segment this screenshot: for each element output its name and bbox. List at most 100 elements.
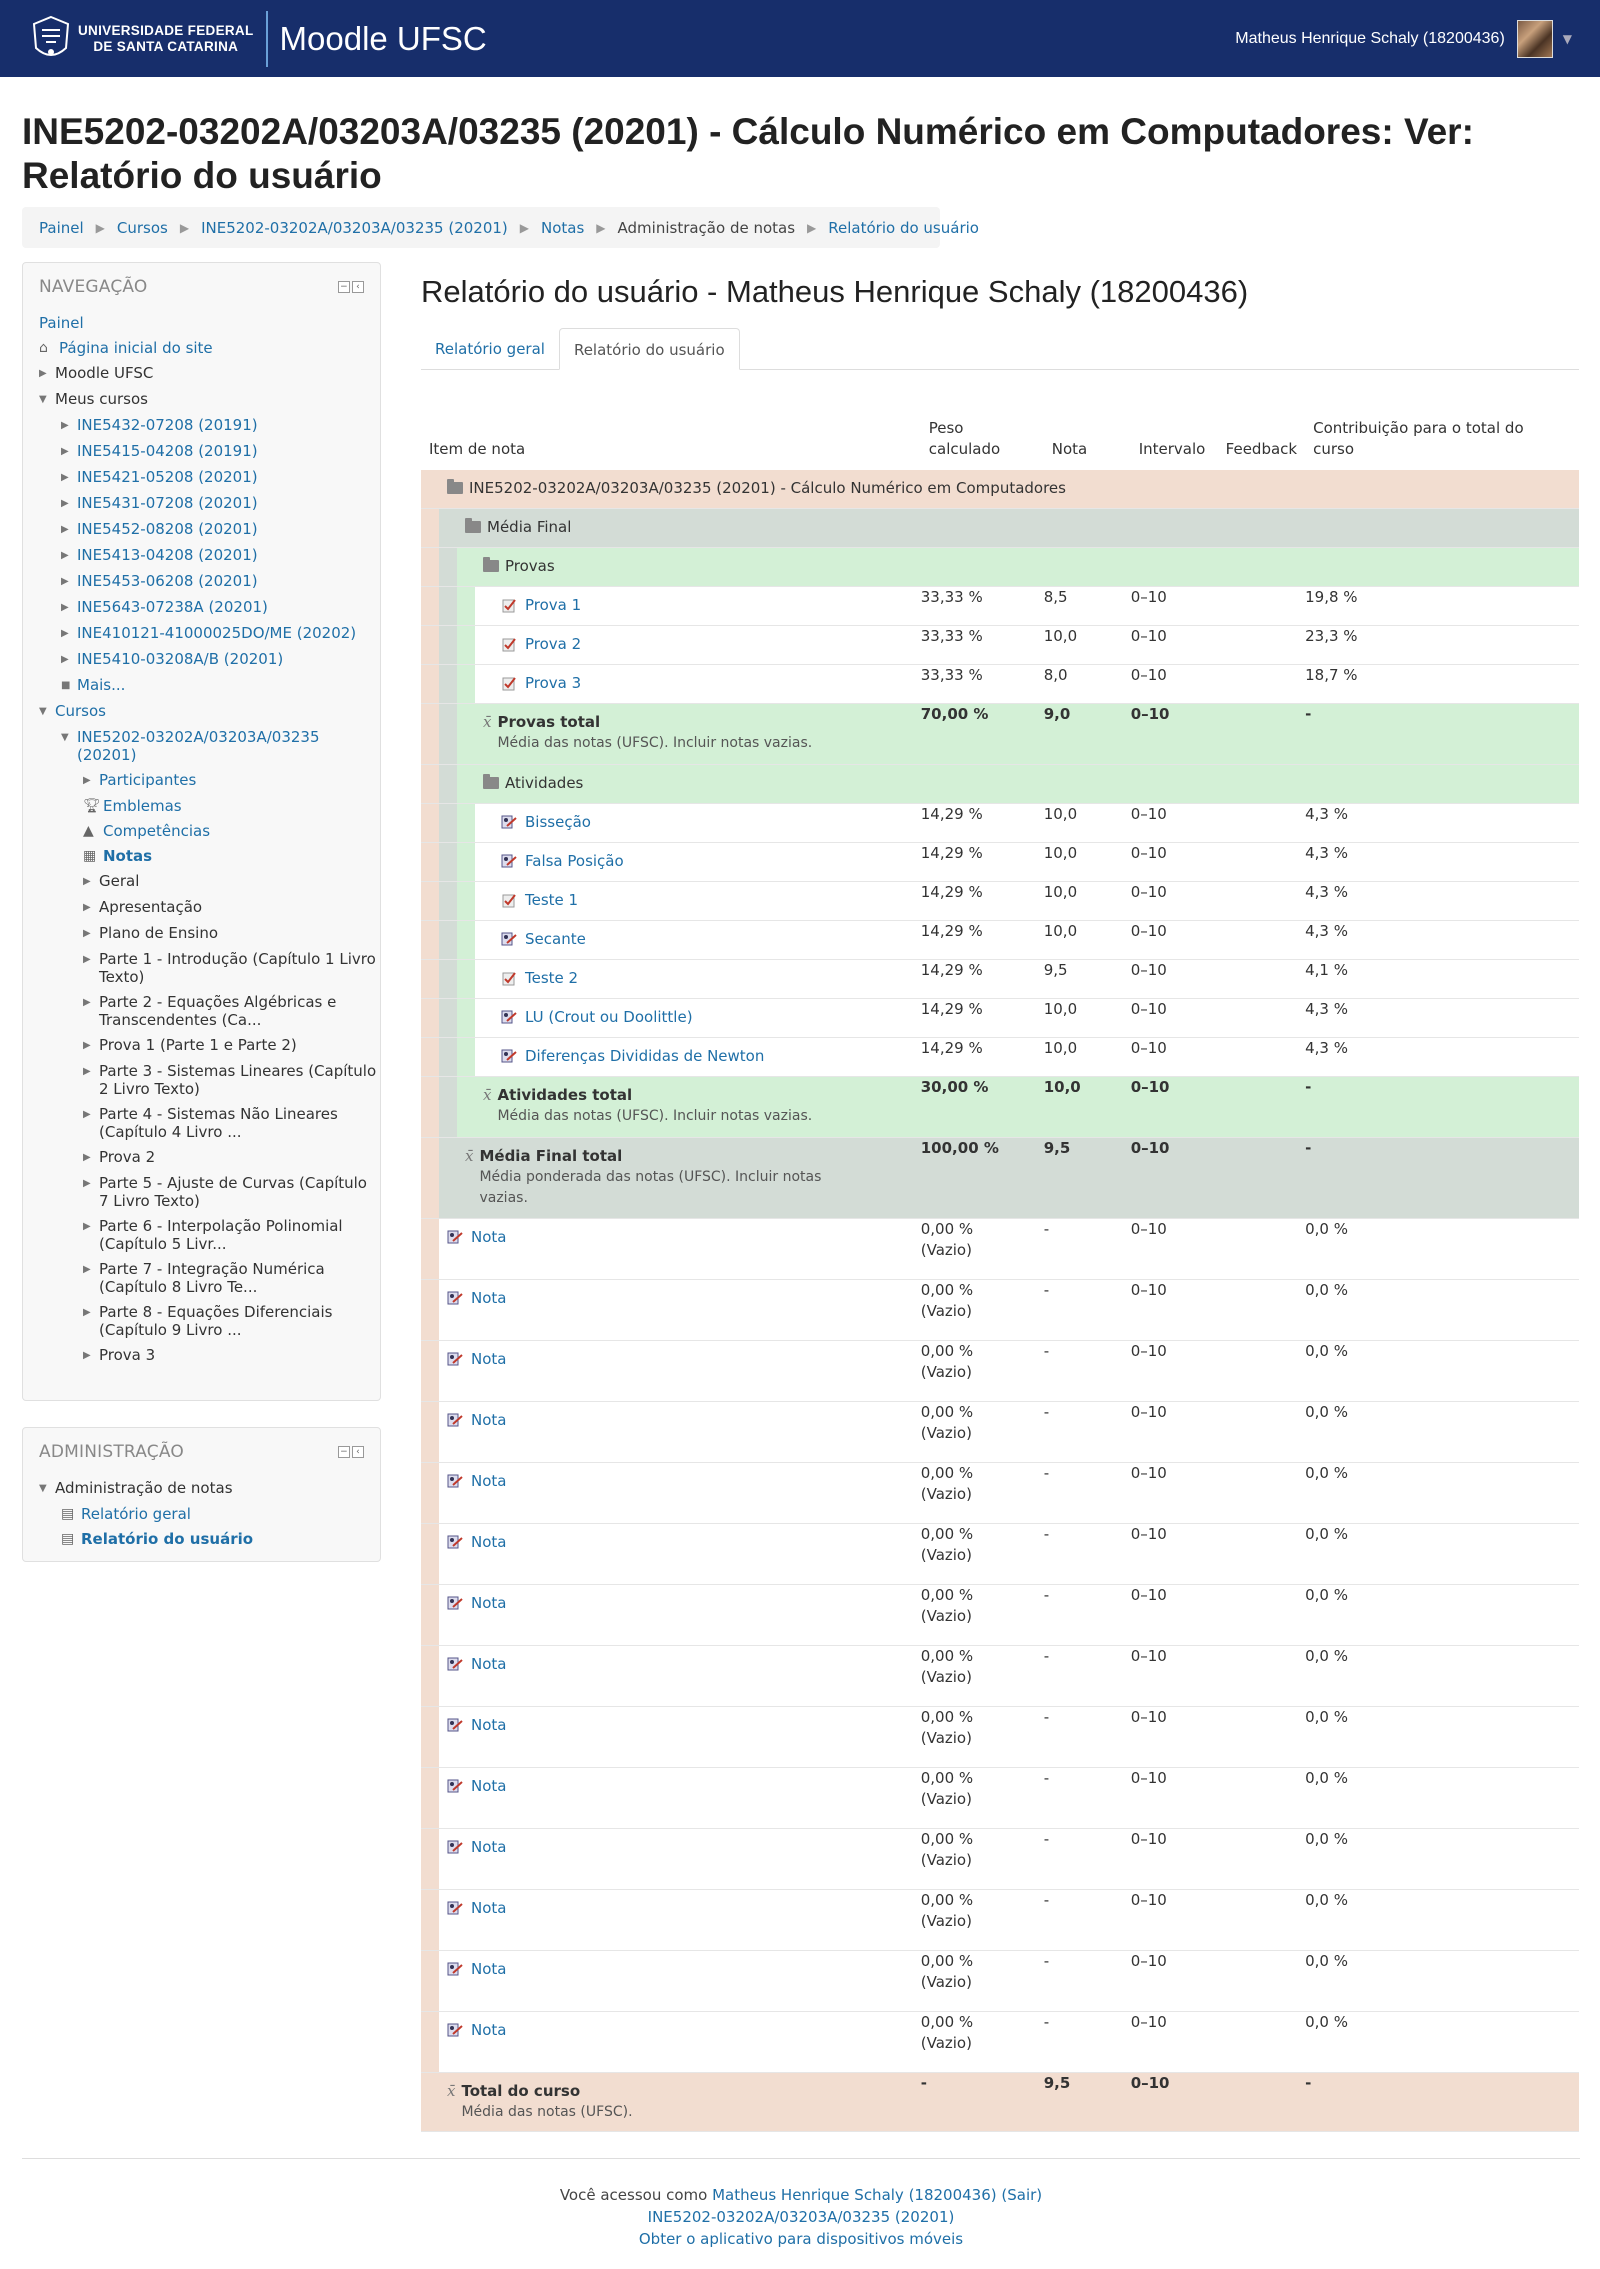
expand-arrow-icon[interactable]: ▶	[61, 572, 77, 591]
nav-course-label[interactable]: INE5432-07208 (20191)	[77, 416, 258, 434]
admin-item-grade-admin[interactable]: ▼ Administração de notas	[39, 1476, 380, 1502]
grade-item-link[interactable]: Secante	[525, 929, 586, 950]
grade-item-link[interactable]: Nota	[471, 1959, 506, 1980]
grade-item-link[interactable]: Nota	[471, 2020, 506, 2041]
user-menu[interactable]: Matheus Henrique Schaly (18200436) ▼	[1235, 19, 1572, 58]
grade-item-link[interactable]: Teste 1	[525, 890, 578, 911]
nav-item-current-course[interactable]: ▼ INE5202-03202A/03203A/03235 (20201)	[39, 725, 380, 768]
nav-section-label[interactable]: Apresentação	[99, 898, 202, 916]
expand-arrow-icon[interactable]: ▶	[83, 1036, 99, 1055]
ufsc-logo[interactable]: UNIVERSIDADE FEDERAL DE SANTA CATARINA	[28, 14, 254, 64]
nav-course-label[interactable]: INE5421-05208 (20201)	[77, 468, 258, 486]
nav-item-label[interactable]: Moodle UFSC	[55, 364, 153, 382]
grade-item-link[interactable]: Prova 2	[525, 634, 581, 655]
nav-item-painel[interactable]: Painel	[39, 311, 380, 336]
nav-course-item[interactable]: ▶ INE5413-04208 (20201)	[39, 543, 380, 569]
nav-section-item[interactable]: ▶ Geral	[39, 869, 380, 895]
nav-course-label[interactable]: INE5452-08208 (20201)	[77, 520, 258, 538]
expand-arrow-icon[interactable]: ▶	[83, 1303, 99, 1322]
section-line1[interactable]: Parte 6 - Interpolação Polinomial	[99, 1217, 343, 1235]
nav-item-notas[interactable]: ▦ Notas	[39, 844, 380, 869]
expand-arrow-icon[interactable]: ▶	[83, 1062, 99, 1081]
nav-section-label[interactable]: Plano de Ensino	[99, 924, 218, 942]
nav-section-label[interactable]: Geral	[99, 872, 139, 890]
section-line1[interactable]: Parte 2 - Equações Algébricas e	[99, 993, 336, 1011]
breadcrumb-course[interactable]: INE5202-03202A/03203A/03235 (20201)	[201, 219, 508, 237]
nav-section-item[interactable]: ▶ Apresentação	[39, 895, 380, 921]
grade-item-link[interactable]: Nota	[471, 1410, 506, 1431]
collapse-block-icon[interactable]: −	[338, 1446, 350, 1458]
nav-course-item[interactable]: ▶ INE5431-07208 (20201)	[39, 491, 380, 517]
expand-arrow-icon[interactable]: ▶	[83, 950, 99, 969]
admin-item-label[interactable]: Administração de notas	[55, 1479, 233, 1497]
breadcrumb-notas[interactable]: Notas	[541, 219, 584, 237]
nav-section-item[interactable]: ▶ Parte 7 - Integração Numérica (Capítulo …	[39, 1257, 380, 1300]
section-line2[interactable]: (Capítulo 5 Livr...	[99, 1235, 227, 1253]
expand-arrow-icon[interactable]: ▶	[61, 598, 77, 617]
expand-arrow-icon[interactable]: ▶	[83, 1346, 99, 1365]
tab-relatorio-usuario[interactable]: Relatório do usuário	[558, 328, 740, 370]
nav-section-label[interactable]: Parte 6 - Interpolação Polinomial (Capítu…	[99, 1217, 343, 1253]
nav-section-item[interactable]: ▶ Prova 3	[39, 1343, 380, 1369]
expand-arrow-icon[interactable]: ▶	[83, 1148, 99, 1167]
section-line1[interactable]: Parte 5 - Ajuste de Curvas (Capítulo	[99, 1174, 367, 1192]
nav-section-item[interactable]: ▶ Prova 2	[39, 1145, 380, 1171]
nav-course-item[interactable]: ▶ INE5643-07238A (20201)	[39, 595, 380, 621]
nav-item-label[interactable]: Página inicial do site	[59, 339, 213, 357]
avatar[interactable]	[1516, 19, 1553, 58]
footer-user-link[interactable]: Matheus Henrique Schaly (18200436)	[712, 2186, 997, 2204]
nav-section-label[interactable]: Prova 3	[99, 1346, 155, 1364]
nav-section-label[interactable]: Parte 2 - Equações Algébricas e Transcend…	[99, 993, 336, 1029]
expand-arrow-icon[interactable]: ▶	[83, 1260, 99, 1279]
collapse-arrow-icon[interactable]: ▼	[39, 1479, 55, 1498]
collapse-arrow-icon[interactable]: ▼	[39, 390, 55, 409]
nav-item-label[interactable]: Notas	[103, 847, 152, 865]
nav-item-moodle-ufsc[interactable]: ▶ Moodle UFSC	[39, 361, 380, 387]
tab-relatorio-geral[interactable]: Relatório geral	[421, 328, 559, 369]
expand-arrow-icon[interactable]: ▶	[83, 1174, 99, 1193]
site-brand[interactable]: Moodle UFSC	[280, 20, 487, 58]
nav-section-item[interactable]: ▶ Parte 3 - Sistemas Lineares (Capítulo 2 …	[39, 1059, 380, 1102]
nav-section-item[interactable]: ▶ Parte 4 - Sistemas Não Lineares (Capítul…	[39, 1102, 380, 1145]
grade-item-link[interactable]: Nota	[471, 1715, 506, 1736]
grade-item-link[interactable]: Nota	[471, 1593, 506, 1614]
nav-course-item[interactable]: ▶ INE5421-05208 (20201)	[39, 465, 380, 491]
nav-item-meus-cursos[interactable]: ▼ Meus cursos	[39, 387, 380, 413]
nav-item-emblemas[interactable]: 🏆︎ Emblemas	[39, 794, 380, 819]
section-line1[interactable]: Parte 1 - Introdução (Capítulo 1 Livro	[99, 950, 376, 968]
logout-link[interactable]: (Sair)	[1001, 2186, 1042, 2204]
nav-section-label[interactable]: Parte 3 - Sistemas Lineares (Capítulo 2 L…	[99, 1062, 376, 1098]
dock-block-icon[interactable]: ‹	[352, 1446, 364, 1458]
nav-course-label[interactable]: INE5415-04208 (20191)	[77, 442, 258, 460]
nav-section-item[interactable]: ▶ Parte 8 - Equações Diferenciais (Capítul…	[39, 1300, 380, 1343]
collapse-arrow-icon[interactable]: ▼	[61, 728, 77, 747]
section-line1[interactable]: Parte 8 - Equações Diferenciais	[99, 1303, 332, 1321]
nav-section-label[interactable]: Parte 5 - Ajuste de Curvas (Capítulo 7 Li…	[99, 1174, 367, 1210]
expand-arrow-icon[interactable]: ▶	[83, 1217, 99, 1236]
expand-arrow-icon[interactable]: ▶	[61, 416, 77, 435]
expand-arrow-icon[interactable]: ▶	[61, 546, 77, 565]
chevron-down-icon[interactable]: ▼	[1563, 32, 1572, 46]
nav-item-label[interactable]: Meus cursos	[55, 390, 148, 408]
mobile-app-link[interactable]: Obter o aplicativo para dispositivos móv…	[639, 2230, 963, 2248]
expand-arrow-icon[interactable]: ▶	[83, 898, 99, 917]
nav-item-cursos[interactable]: ▼ Cursos	[39, 699, 380, 725]
nav-section-label[interactable]: Prova 2	[99, 1148, 155, 1166]
admin-item-label[interactable]: Relatório geral	[81, 1505, 191, 1523]
nav-section-item[interactable]: ▶ Prova 1 (Parte 1 e Parte 2)	[39, 1033, 380, 1059]
admin-item-label[interactable]: Relatório do usuário	[81, 1530, 253, 1548]
nav-item-label[interactable]: INE5202-03202A/03203A/03235 (20201)	[77, 728, 320, 764]
nav-section-item[interactable]: ▶ Parte 2 - Equações Algébricas e Transcen…	[39, 990, 380, 1033]
grade-item-link[interactable]: Nota	[471, 1776, 506, 1797]
nav-course-item[interactable]: ▶ INE5410-03208A/B (20201)	[39, 647, 380, 673]
nav-section-label[interactable]: Parte 7 - Integração Numérica (Capítulo 8…	[99, 1260, 325, 1296]
nav-course-item[interactable]: ▶ INE5452-08208 (20201)	[39, 517, 380, 543]
expand-arrow-icon[interactable]: ▶	[83, 924, 99, 943]
breadcrumb-painel[interactable]: Painel	[39, 219, 84, 237]
grade-item-link[interactable]: Nota	[471, 1654, 506, 1675]
grade-item-link[interactable]: Falsa Posição	[525, 851, 624, 872]
nav-section-item[interactable]: ▶ Parte 5 - Ajuste de Curvas (Capítulo 7 L…	[39, 1171, 380, 1214]
nav-course-label[interactable]: INE5643-07238A (20201)	[77, 598, 268, 616]
expand-arrow-icon[interactable]: ▶	[83, 771, 99, 790]
expand-arrow-icon[interactable]: ▶	[83, 1105, 99, 1124]
